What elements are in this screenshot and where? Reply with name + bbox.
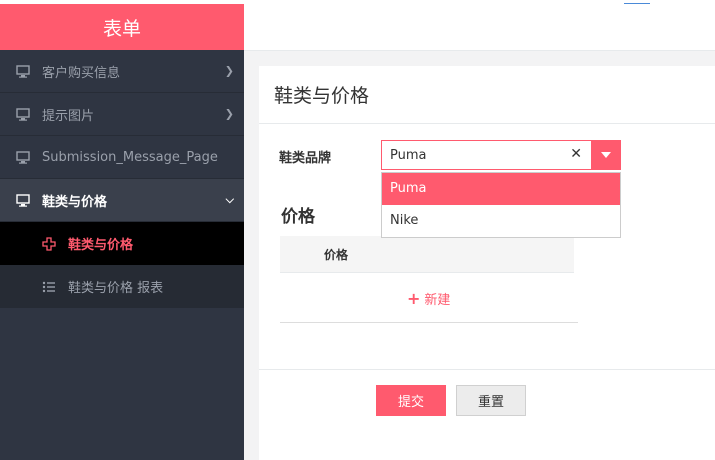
sidebar-item-submission-message[interactable]: Submission_Message_Page bbox=[0, 136, 244, 179]
dropdown-toggle-button[interactable] bbox=[591, 140, 621, 170]
sidebar-subitem-label: 鞋类与价格 bbox=[68, 238, 134, 253]
sidebar-item-customer-purchase[interactable]: 客户购买信息 ❯ bbox=[0, 50, 244, 93]
brand-field-label: 鞋类品牌 bbox=[279, 151, 332, 166]
chevron-right-icon: ❯ bbox=[224, 107, 234, 121]
sidebar-item-label: 客户购买信息 bbox=[42, 65, 121, 81]
clear-icon[interactable]: ✕ bbox=[570, 146, 582, 162]
caret-down-icon bbox=[601, 152, 611, 158]
plus-icon: + bbox=[407, 289, 421, 308]
list-icon bbox=[42, 280, 56, 294]
monitor-icon bbox=[16, 193, 30, 207]
chevron-right-icon: ❯ bbox=[224, 64, 234, 78]
sidebar-subitem-label: 鞋类与价格 报表 bbox=[68, 281, 164, 296]
price-section-title: 价格 bbox=[281, 207, 315, 227]
dropdown-option[interactable]: Puma bbox=[382, 173, 620, 205]
form-panel: 鞋类与价格 鞋类品牌 Puma ✕ Puma Nike 价格 价格 + 新建 提… bbox=[259, 66, 715, 460]
sidebar-brand: 表单 bbox=[0, 4, 244, 50]
chevron-down-icon: ⌵ bbox=[225, 193, 234, 206]
monitor-icon bbox=[16, 150, 30, 164]
monitor-icon bbox=[16, 107, 30, 121]
dropdown-option[interactable]: Nike bbox=[382, 205, 620, 237]
sidebar-item-label: Submission_Message_Page bbox=[42, 149, 218, 165]
add-row-label: 新建 bbox=[424, 293, 451, 308]
price-column-header: 价格 bbox=[324, 248, 349, 262]
sidebar: 表单 客户购买信息 ❯ 提示图片 ❯ Submission_Message_Pa… bbox=[0, 4, 244, 460]
table-divider bbox=[280, 322, 578, 323]
form-divider bbox=[259, 369, 715, 370]
monitor-icon bbox=[16, 64, 30, 78]
sidebar-item-prompt-image[interactable]: 提示图片 ❯ bbox=[0, 93, 244, 136]
sidebar-subitem-shoes-price-form[interactable]: 鞋类与价格 bbox=[0, 222, 244, 265]
sidebar-item-shoes-price[interactable]: 鞋类与价格 ⌵ bbox=[0, 179, 244, 222]
submit-button[interactable]: 提交 bbox=[376, 385, 446, 416]
price-table-header: 价格 bbox=[280, 236, 574, 273]
sidebar-item-label: 提示图片 bbox=[42, 108, 95, 124]
top-header bbox=[244, 4, 715, 51]
reset-button[interactable]: 重置 bbox=[456, 385, 526, 416]
plus-icon bbox=[42, 236, 56, 251]
add-row-button[interactable]: + 新建 bbox=[407, 289, 450, 308]
page-title: 鞋类与价格 bbox=[259, 66, 715, 124]
brand-select[interactable]: Puma ✕ bbox=[381, 140, 621, 170]
brand-select-value: Puma bbox=[390, 148, 427, 163]
sidebar-item-label: 鞋类与价格 bbox=[42, 194, 108, 210]
brand-dropdown-list: Puma Nike bbox=[381, 172, 621, 238]
sidebar-subitem-shoes-price-report[interactable]: 鞋类与价格 报表 bbox=[0, 265, 244, 308]
